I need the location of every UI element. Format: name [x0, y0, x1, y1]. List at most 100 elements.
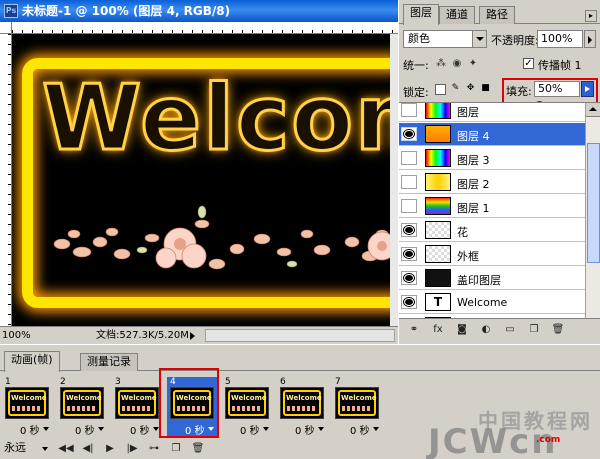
- animation-frame[interactable]: 2 Welcome 0 秒: [57, 377, 109, 437]
- animation-frame[interactable]: 6 Welcome 0 秒: [277, 377, 329, 437]
- frame-number: 1: [5, 377, 11, 387]
- animation-frame[interactable]: 3 Welcome 0 秒: [112, 377, 164, 437]
- canvas[interactable]: Welcome: [12, 34, 390, 326]
- blend-mode-select[interactable]: 颜色: [403, 30, 487, 48]
- propagate-frame-label: 传播帧 1: [538, 59, 582, 72]
- propagate-frame-checkbox[interactable]: ✓: [523, 58, 534, 69]
- frame-delay[interactable]: 0 秒: [75, 422, 103, 437]
- tab-animation-frames[interactable]: 动画(帧): [4, 351, 60, 372]
- adjustment-icon[interactable]: ◐: [479, 323, 493, 337]
- animation-frame[interactable]: 7 Welcome 0 秒: [332, 377, 384, 437]
- frame-number: 6: [280, 377, 286, 387]
- lock-all-icon[interactable]: ■: [480, 84, 491, 95]
- layer-thumbnail: T: [425, 293, 451, 311]
- new-layer-icon[interactable]: ❐: [527, 323, 541, 337]
- canvas-vertical-scrollbar[interactable]: [390, 34, 398, 326]
- zoom-level[interactable]: 100%: [2, 327, 31, 344]
- lock-brush-icon[interactable]: ✎: [450, 84, 461, 95]
- vertical-ruler[interactable]: [0, 34, 12, 326]
- layer-row[interactable]: 盖印图层: [399, 267, 585, 290]
- scroll-up-icon[interactable]: [586, 103, 600, 117]
- tab-measurement-log[interactable]: 测量记录: [80, 353, 138, 371]
- fill-slider-arrow-icon[interactable]: [581, 81, 594, 97]
- layer-row[interactable]: 图层 3: [399, 147, 585, 170]
- status-menu-arrow-icon[interactable]: [190, 332, 195, 340]
- frame-thumbnail-flowers: [342, 406, 370, 411]
- frame-delay[interactable]: 0 秒: [295, 422, 323, 437]
- unify-label: 统一:: [403, 59, 429, 72]
- tab-paths[interactable]: 路径: [479, 6, 515, 24]
- visibility-eye-icon[interactable]: [401, 199, 417, 213]
- frame-thumbnail-text: Welcome: [231, 394, 267, 402]
- visibility-eye-icon[interactable]: [401, 247, 417, 261]
- opacity-input[interactable]: 100%: [537, 30, 583, 48]
- layer-name: Welcome: [457, 296, 508, 309]
- animation-panel-tabs: 动画(帧) 测量记录: [0, 351, 600, 372]
- lock-transparency-icon[interactable]: [435, 84, 446, 95]
- frame-delay[interactable]: 0 秒: [350, 422, 378, 437]
- layer-row[interactable]: 图层 2: [399, 171, 585, 194]
- fx-icon[interactable]: fx: [431, 323, 445, 337]
- tab-channels[interactable]: 通道: [439, 6, 475, 24]
- frame-thumbnail-text: Welcome: [66, 394, 102, 402]
- layer-name: 图层 4: [457, 130, 490, 143]
- layer-name: 图层 1: [457, 202, 490, 215]
- first-frame-icon[interactable]: ◀◀: [58, 442, 74, 456]
- frame-number: 7: [335, 377, 341, 387]
- fill-input[interactable]: 50%: [534, 81, 580, 97]
- document-title-bar[interactable]: Ps 未标题-1 @ 100% (图层 4, RGB/8): [0, 0, 398, 22]
- horizontal-ruler[interactable]: [12, 22, 398, 34]
- layer-row[interactable]: T Welcome: [399, 291, 585, 314]
- layer-thumbnail: [425, 173, 451, 191]
- visibility-eye-icon[interactable]: [401, 151, 417, 165]
- tab-layers[interactable]: 图层: [403, 4, 439, 25]
- group-folder-icon[interactable]: ▭: [503, 323, 517, 337]
- unify-visibility-icon[interactable]: ◉: [451, 58, 463, 70]
- canvas-horizontal-scrollbar[interactable]: [205, 329, 395, 342]
- next-frame-icon[interactable]: |▶: [124, 442, 140, 456]
- frame-delay[interactable]: 0 秒: [20, 422, 48, 437]
- layer-list: 图层图层 4图层 3图层 2图层 1花外框盖印图层TWelcome背: [399, 102, 600, 318]
- visibility-eye-icon[interactable]: [401, 271, 417, 285]
- layers-panel-footer: ⚭ fx ◙ ◐ ▭ ❐ 🗑: [399, 318, 600, 340]
- layer-row[interactable]: 外框: [399, 243, 585, 266]
- duplicate-frame-icon[interactable]: ❐: [168, 442, 184, 456]
- unify-style-icon[interactable]: ✦: [467, 58, 479, 70]
- opacity-slider-arrow-icon[interactable]: [584, 30, 596, 48]
- link-icon[interactable]: ⚭: [407, 323, 421, 337]
- layer-row[interactable]: 图层 4: [399, 123, 585, 146]
- layer-row[interactable]: 图层: [399, 103, 585, 122]
- layer-row[interactable]: 图层 1: [399, 195, 585, 218]
- lock-move-icon[interactable]: ✥: [465, 84, 476, 95]
- frame-thumbnail: Welcome: [60, 387, 104, 419]
- prev-frame-icon[interactable]: ◀|: [80, 442, 96, 456]
- layer-scroll-thumb[interactable]: [587, 143, 600, 263]
- document-title: 未标题-1 @ 100% (图层 4, RGB/8): [22, 4, 231, 18]
- layer-row[interactable]: 花: [399, 219, 585, 242]
- play-icon[interactable]: ▶: [102, 442, 118, 456]
- mask-icon[interactable]: ◙: [455, 323, 469, 337]
- chevron-down-icon: [472, 31, 486, 47]
- frame-delay[interactable]: 0 秒: [240, 422, 268, 437]
- frame-thumbnail-flowers: [67, 406, 95, 411]
- animation-frame[interactable]: 5 Welcome 0 秒: [222, 377, 274, 437]
- tween-icon[interactable]: ⊶: [146, 442, 162, 456]
- delete-frame-icon[interactable]: 🗑: [190, 442, 206, 456]
- loop-select[interactable]: 永远: [4, 441, 48, 456]
- panel-menu-icon[interactable]: ▸: [585, 10, 597, 22]
- unify-position-icon[interactable]: ⁂: [435, 58, 447, 70]
- layer-list-scrollbar[interactable]: [585, 103, 600, 318]
- frame-delay[interactable]: 0 秒: [130, 422, 158, 437]
- ruler-corner[interactable]: [0, 22, 12, 34]
- visibility-eye-icon[interactable]: [401, 175, 417, 189]
- lock-label: 锁定:: [403, 86, 429, 99]
- trash-icon[interactable]: 🗑: [551, 323, 565, 337]
- visibility-eye-icon[interactable]: [401, 103, 417, 117]
- fill-label: 填充:: [506, 85, 532, 98]
- blend-mode-value: 颜色: [408, 32, 430, 45]
- frame-thumbnail: Welcome: [225, 387, 269, 419]
- visibility-eye-icon[interactable]: [401, 295, 417, 309]
- animation-frame[interactable]: 1 Welcome 0 秒: [2, 377, 54, 437]
- visibility-eye-icon[interactable]: [401, 223, 417, 237]
- visibility-eye-icon[interactable]: [401, 127, 417, 141]
